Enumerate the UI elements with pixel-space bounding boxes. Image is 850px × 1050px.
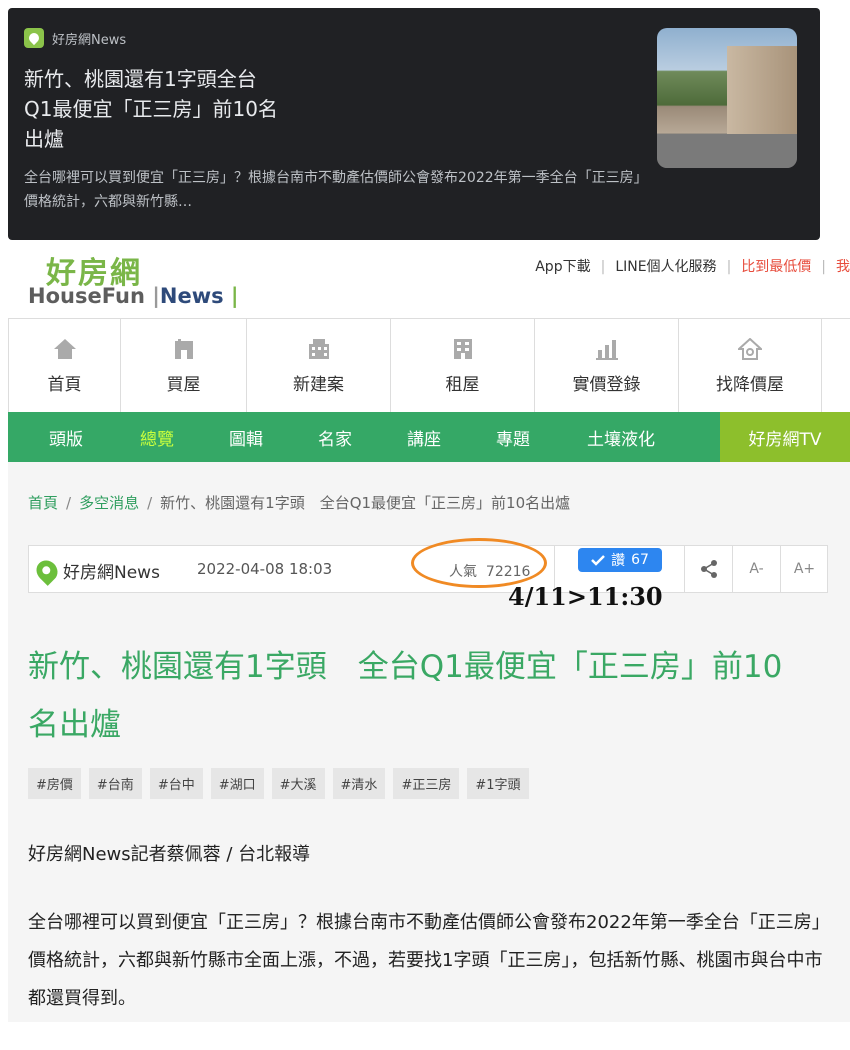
card-title[interactable]: 新竹、桃園還有1字頭全台Q1最便宜「正三房」前10名出爐 <box>24 64 284 154</box>
breadcrumb: 首頁 / 多空消息 / 新竹、桃園還有1字頭 全台Q1最便宜「正三房」前10名出爐 <box>28 494 571 512</box>
nav-home[interactable]: 首頁 <box>8 319 120 413</box>
tab-soil-liquefaction[interactable]: 土壤液化 <box>546 412 696 462</box>
nav-buy[interactable]: 買屋 <box>120 319 246 413</box>
annotation-text: 4/11>11:30 <box>508 582 663 611</box>
article-byline: 好房網News記者蔡佩蓉 / 台北報導 <box>28 844 311 865</box>
like-button[interactable]: 讚 67 <box>578 548 662 572</box>
house-icon <box>174 338 193 359</box>
breadcrumb-current: 新竹、桃園還有1字頭 全台Q1最便宜「正三房」前10名出爐 <box>160 494 571 512</box>
tag-item[interactable]: #大溪 <box>271 768 325 799</box>
card-snippet: 全台哪裡可以買到便宜「正三房」？根據台南市不動產估價師公會發布2022年第一季全… <box>24 170 641 210</box>
nav-discount-house[interactable]: 找降價屋 <box>678 319 822 413</box>
nav-discount-house-label: 找降價屋 <box>716 374 784 395</box>
breadcrumb-home[interactable]: 首頁 <box>28 494 58 512</box>
nav-rent[interactable]: 租屋 <box>390 319 534 413</box>
tab-gallery[interactable]: 圖輯 <box>190 412 302 462</box>
thumbnail-road <box>657 134 797 168</box>
breadcrumb-category[interactable]: 多空消息 <box>79 494 139 512</box>
location-pin-icon <box>32 555 62 586</box>
nav-new-projects-label: 新建案 <box>293 374 344 395</box>
article-paragraph: 全台哪裡可以買到便宜「正三房」？根據台南市不動產估價師公會發布2022年第一季全… <box>28 912 823 1009</box>
article-title: 新竹、桃園還有1字頭 全台Q1最便宜「正三房」前10名出爐 <box>28 649 783 743</box>
nav-home-label: 首頁 <box>47 374 82 395</box>
housefun-logo-icon <box>24 28 44 48</box>
share-icon <box>700 560 717 578</box>
check-icon <box>591 555 605 566</box>
logo-housefun: HouseFun <box>28 284 145 308</box>
housefun-page: 好房網 HouseFun |News | App下載 | LINE個人化服務 | 比到最… <box>8 240 850 1022</box>
tab-housefun-tv[interactable]: 好房網TV <box>720 412 850 462</box>
publish-date: 2022-04-08 18:03 <box>197 560 333 578</box>
logo-news: News <box>159 284 224 308</box>
apartment-icon <box>453 338 472 359</box>
thumbnail-building <box>727 46 797 136</box>
font-decrease-button[interactable]: A- <box>732 546 780 592</box>
line-service-link[interactable]: LINE個人化服務 <box>615 259 716 275</box>
tag-list: #房價 #台南 #台中 #湖口 #大溪 #清水 #正三房 #1字頭 <box>28 768 529 799</box>
nav-buy-label: 買屋 <box>166 374 201 395</box>
share-button[interactable] <box>684 546 732 592</box>
card-source-label: 好房網News <box>52 32 127 48</box>
like-count: 67 <box>631 552 649 568</box>
meta-source-label: 好房網News <box>63 563 160 583</box>
bar-chart-icon <box>595 339 618 360</box>
tag-item[interactable]: #台中 <box>149 768 203 799</box>
tag-item[interactable]: #1字頭 <box>467 768 529 799</box>
nav-price-register-label: 實價登錄 <box>572 374 641 395</box>
tag-item[interactable]: #湖口 <box>210 768 264 799</box>
app-download-link[interactable]: App下載 <box>535 259 590 275</box>
tag-item[interactable]: #清水 <box>332 768 386 799</box>
tag-item[interactable]: #房價 <box>28 768 81 799</box>
tab-topics[interactable]: 專題 <box>480 412 546 462</box>
nav-rent-label: 租屋 <box>445 374 480 395</box>
tab-seminars[interactable]: 講座 <box>368 412 480 462</box>
annotation-circle <box>411 538 547 588</box>
lowest-price-link[interactable]: 比到最低價 <box>741 259 811 275</box>
card-source: 好房網News <box>24 28 126 48</box>
tag-item[interactable]: #正三房 <box>393 768 460 799</box>
tag-item[interactable]: #台南 <box>88 768 142 799</box>
meta-source: 好房網News <box>32 555 160 586</box>
search-result-card[interactable]: 好房網News 新竹、桃園還有1字頭全台Q1最便宜「正三房」前10名出爐 全台哪… <box>8 8 820 240</box>
card-thumbnail[interactable] <box>657 28 797 168</box>
more-link[interactable]: 我 <box>836 259 850 275</box>
tab-front-page[interactable]: 頭版 <box>8 412 124 462</box>
font-increase-button[interactable]: A+ <box>780 546 828 592</box>
building-icon <box>308 338 329 359</box>
site-logo-sub[interactable]: HouseFun |News | <box>28 284 239 308</box>
nav-price-register[interactable]: 實價登錄 <box>534 319 678 413</box>
tab-experts[interactable]: 名家 <box>302 412 368 462</box>
icon-nav: 首頁 買屋 新建案 租屋 實價登錄 找降價屋 <box>8 318 850 413</box>
home-icon <box>53 338 76 359</box>
nav-new-projects[interactable]: 新建案 <box>246 319 390 413</box>
top-links: App下載 | LINE個人化服務 | 比到最低價 | 我 <box>535 259 850 275</box>
discount-house-icon <box>738 337 762 360</box>
like-label: 讚 <box>611 553 626 569</box>
category-nav: 頭版 總覽 圖輯 名家 講座 專題 土壤液化 好房網TV <box>8 412 850 462</box>
tab-overview[interactable]: 總覽 <box>124 412 190 462</box>
